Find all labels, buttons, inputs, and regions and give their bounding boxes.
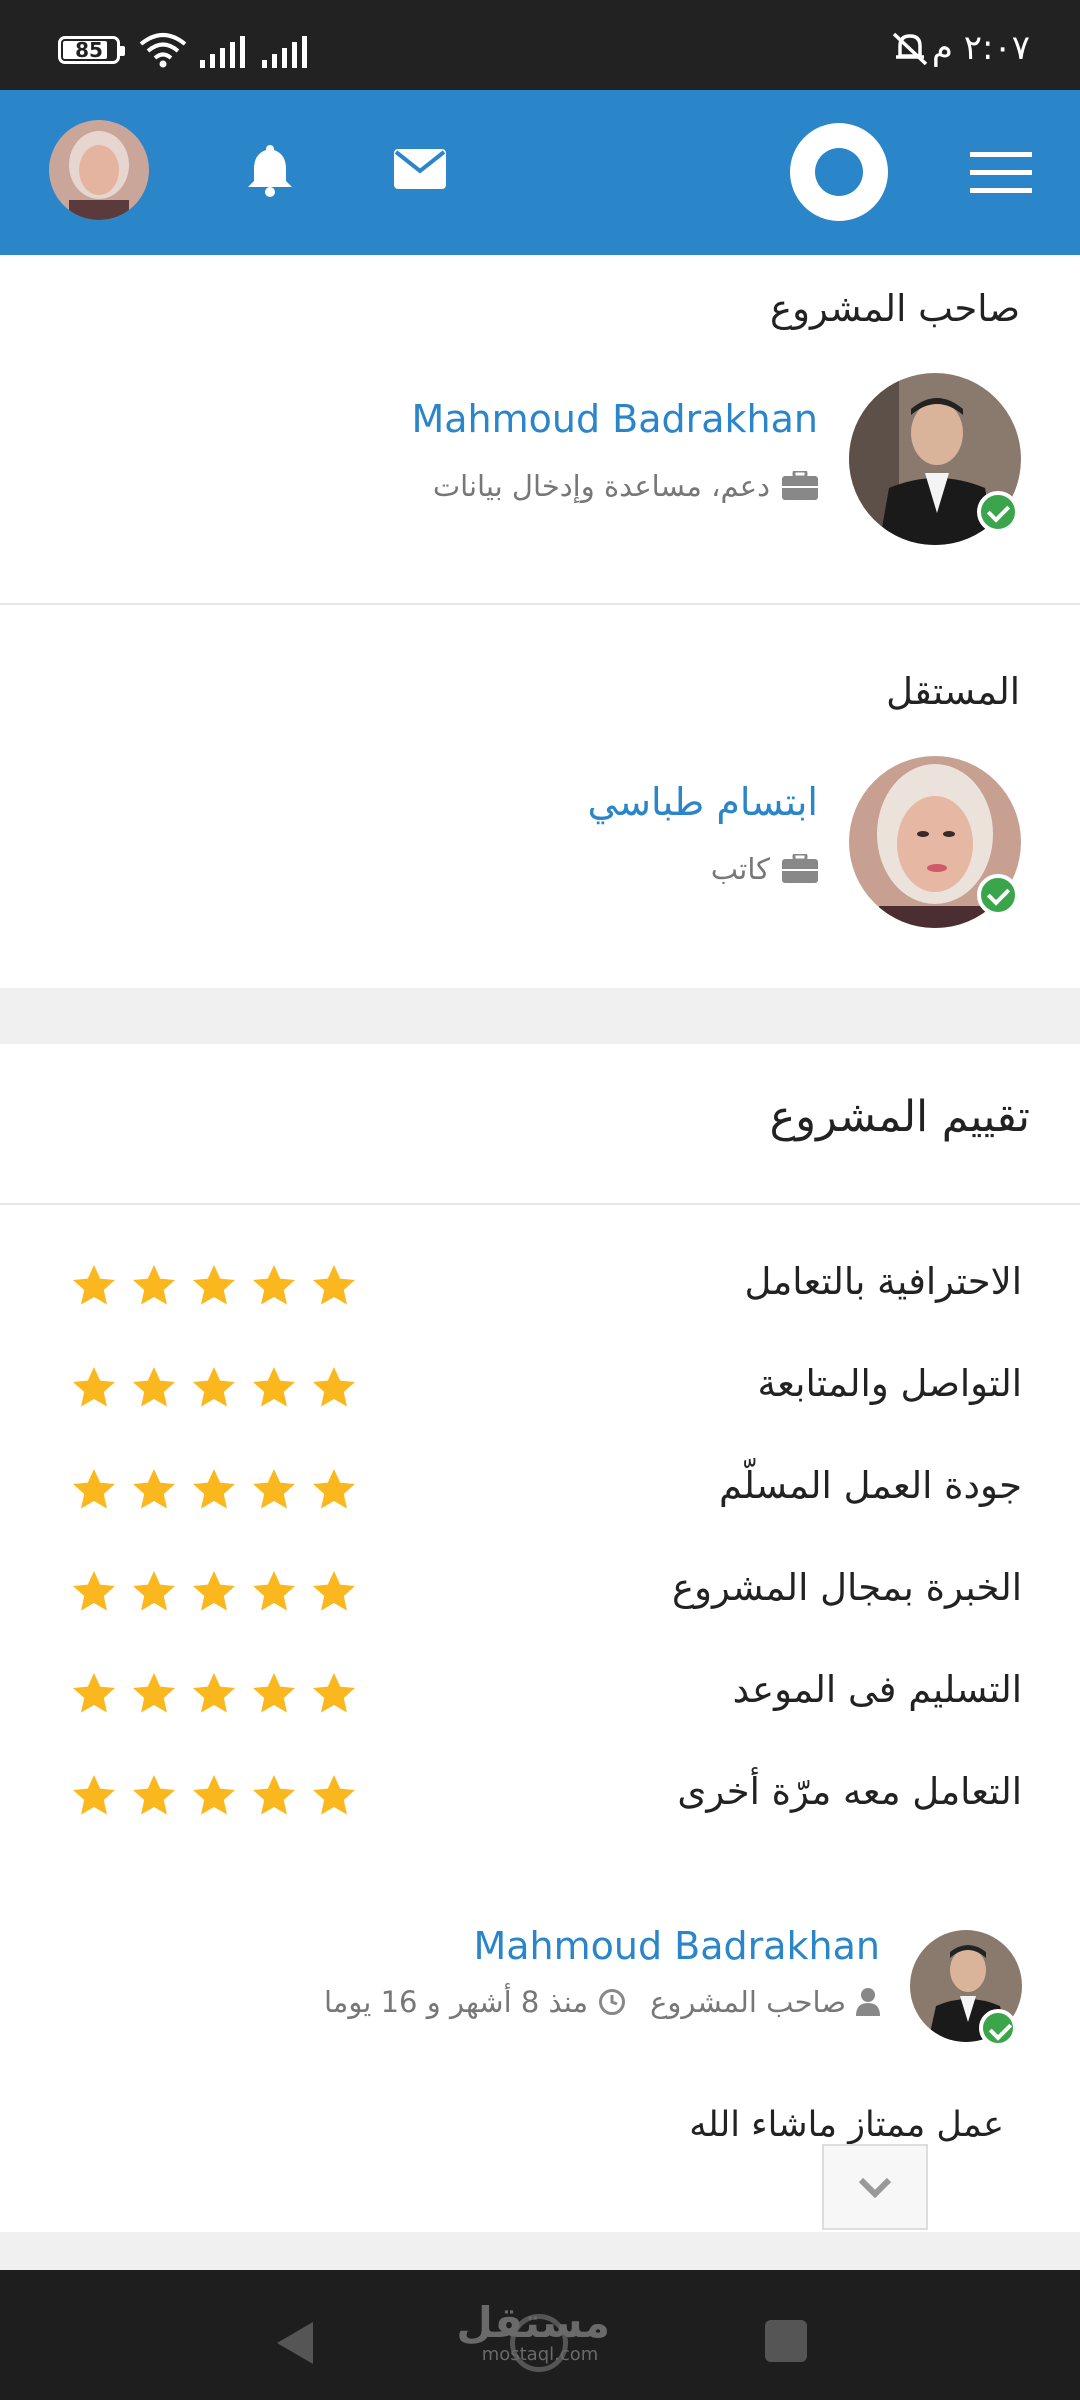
rating-row: الاحترافية بالتعامل (0, 1248, 1080, 1328)
owner-section-title: صاحب المشروع (770, 287, 1020, 330)
star-icon (73, 1571, 115, 1611)
mostaql-watermark: مستقل mostaql.com (456, 2298, 610, 2365)
owner-role: دعم، مساعدة وإدخال بيانات (433, 469, 818, 503)
freelancer-role-text: كاتب (710, 852, 770, 886)
reviewer-name-link[interactable]: Mahmoud Badrakhan (473, 1924, 880, 1968)
watermark-latin: mostaql.com (481, 2344, 599, 2365)
rating-criterion-label: التعامل معه مرّة أخرى (677, 1770, 1022, 1813)
rating-criterion-label: التسليم فى الموعد (732, 1668, 1022, 1711)
clock: ٢:٠٧ م (931, 28, 1030, 68)
freelancer-name-link[interactable]: ابتسام طباسي (588, 780, 819, 824)
star-icon (313, 1775, 355, 1815)
clock-icon (599, 1989, 626, 2015)
star-icon (253, 1469, 295, 1509)
freelancer-verified-badge-icon (977, 874, 1019, 916)
watermark-arabic: مستقل (456, 2298, 610, 2347)
star-icon (193, 1367, 235, 1407)
rating-row: التسليم فى الموعد (0, 1656, 1080, 1736)
reviewer-role: صاحب المشروع (650, 1985, 846, 2019)
signal-icon-2 (262, 36, 307, 68)
divider (0, 603, 1080, 605)
star-icon (313, 1367, 355, 1407)
bottom-separator (0, 2232, 1080, 2270)
star-rating (70, 1262, 358, 1310)
star-icon (73, 1367, 115, 1407)
user-avatar[interactable] (49, 120, 149, 220)
star-icon (133, 1775, 175, 1815)
rating-row: الخبرة بمجال المشروع (0, 1554, 1080, 1634)
star-icon (73, 1265, 115, 1305)
scroll-down-button[interactable] (822, 2144, 928, 2230)
star-icon (73, 1469, 115, 1509)
star-icon (253, 1265, 295, 1305)
star-rating (70, 1568, 358, 1616)
rating-criterion-label: التواصل والمتابعة (757, 1362, 1022, 1405)
star-icon (253, 1775, 295, 1815)
battery-level: 85 (75, 38, 103, 62)
system-navigation-bar: مستقل mostaql.com (0, 2270, 1080, 2400)
freelancer-role: كاتب (711, 852, 818, 886)
divider (0, 1203, 1080, 1205)
star-icon (73, 1775, 115, 1815)
rating-criterion-label: الخبرة بمجال المشروع (672, 1566, 1022, 1609)
owner-verified-badge-icon (977, 491, 1019, 533)
star-icon (193, 1775, 235, 1815)
chevron-down-icon (858, 2177, 892, 2199)
notifications-bell-icon[interactable] (246, 143, 294, 197)
star-icon (253, 1571, 295, 1611)
back-icon[interactable] (275, 2320, 315, 2366)
owner-role-text: دعم، مساعدة وإدخال بيانات (432, 469, 770, 503)
star-icon (133, 1367, 175, 1407)
freelancer-section-title: المستقل (886, 670, 1020, 713)
star-icon (193, 1469, 235, 1509)
briefcase-icon (782, 471, 818, 500)
user-icon (856, 1988, 880, 2016)
recent-apps-button[interactable] (765, 2320, 807, 2362)
star-rating (70, 1670, 358, 1718)
briefcase-icon (782, 854, 818, 883)
star-icon (313, 1673, 355, 1713)
signal-icon (200, 36, 245, 68)
star-icon (313, 1469, 355, 1509)
rating-criterion-label: جودة العمل المسلّم (718, 1464, 1022, 1507)
star-icon (133, 1673, 175, 1713)
star-icon (133, 1469, 175, 1509)
section-separator (0, 988, 1080, 1044)
review-text: عمل ممتاز ماشاء الله (689, 2105, 1004, 2145)
rating-row: التواصل والمتابعة (0, 1350, 1080, 1430)
star-icon (193, 1265, 235, 1305)
star-rating (70, 1772, 358, 1820)
owner-name-link[interactable]: Mahmoud Badrakhan (411, 397, 818, 441)
star-icon (73, 1673, 115, 1713)
star-icon (133, 1265, 175, 1305)
muted-bell-icon (892, 32, 928, 66)
reviewer-verified-badge-icon (979, 2009, 1017, 2047)
star-icon (313, 1265, 355, 1305)
star-icon (253, 1673, 295, 1713)
star-icon (253, 1367, 295, 1407)
star-icon (313, 1571, 355, 1611)
star-icon (193, 1571, 235, 1611)
wifi-icon (139, 33, 187, 68)
rating-row: التعامل معه مرّة أخرى (0, 1758, 1080, 1838)
rating-row: جودة العمل المسلّم (0, 1452, 1080, 1532)
rating-criterion-label: الاحترافية بالتعامل (744, 1260, 1022, 1303)
rating-section-title: تقييم المشروع (769, 1092, 1030, 1142)
review-time: منذ 8 أشهر و 16 يوما (323, 1985, 589, 2019)
review-meta: صاحب المشروع منذ 8 أشهر و 16 يوما (324, 1985, 880, 2019)
status-bar: 85 ٢:٠٧ م (0, 0, 1080, 90)
battery-icon: 85 (58, 36, 125, 64)
star-icon (193, 1673, 235, 1713)
star-icon (133, 1571, 175, 1611)
messages-envelope-icon[interactable] (394, 149, 446, 189)
star-rating (70, 1364, 358, 1412)
hamburger-menu-icon[interactable] (970, 152, 1032, 194)
mostaql-logo[interactable] (790, 123, 888, 221)
app-header (0, 90, 1080, 255)
star-rating (70, 1466, 358, 1514)
